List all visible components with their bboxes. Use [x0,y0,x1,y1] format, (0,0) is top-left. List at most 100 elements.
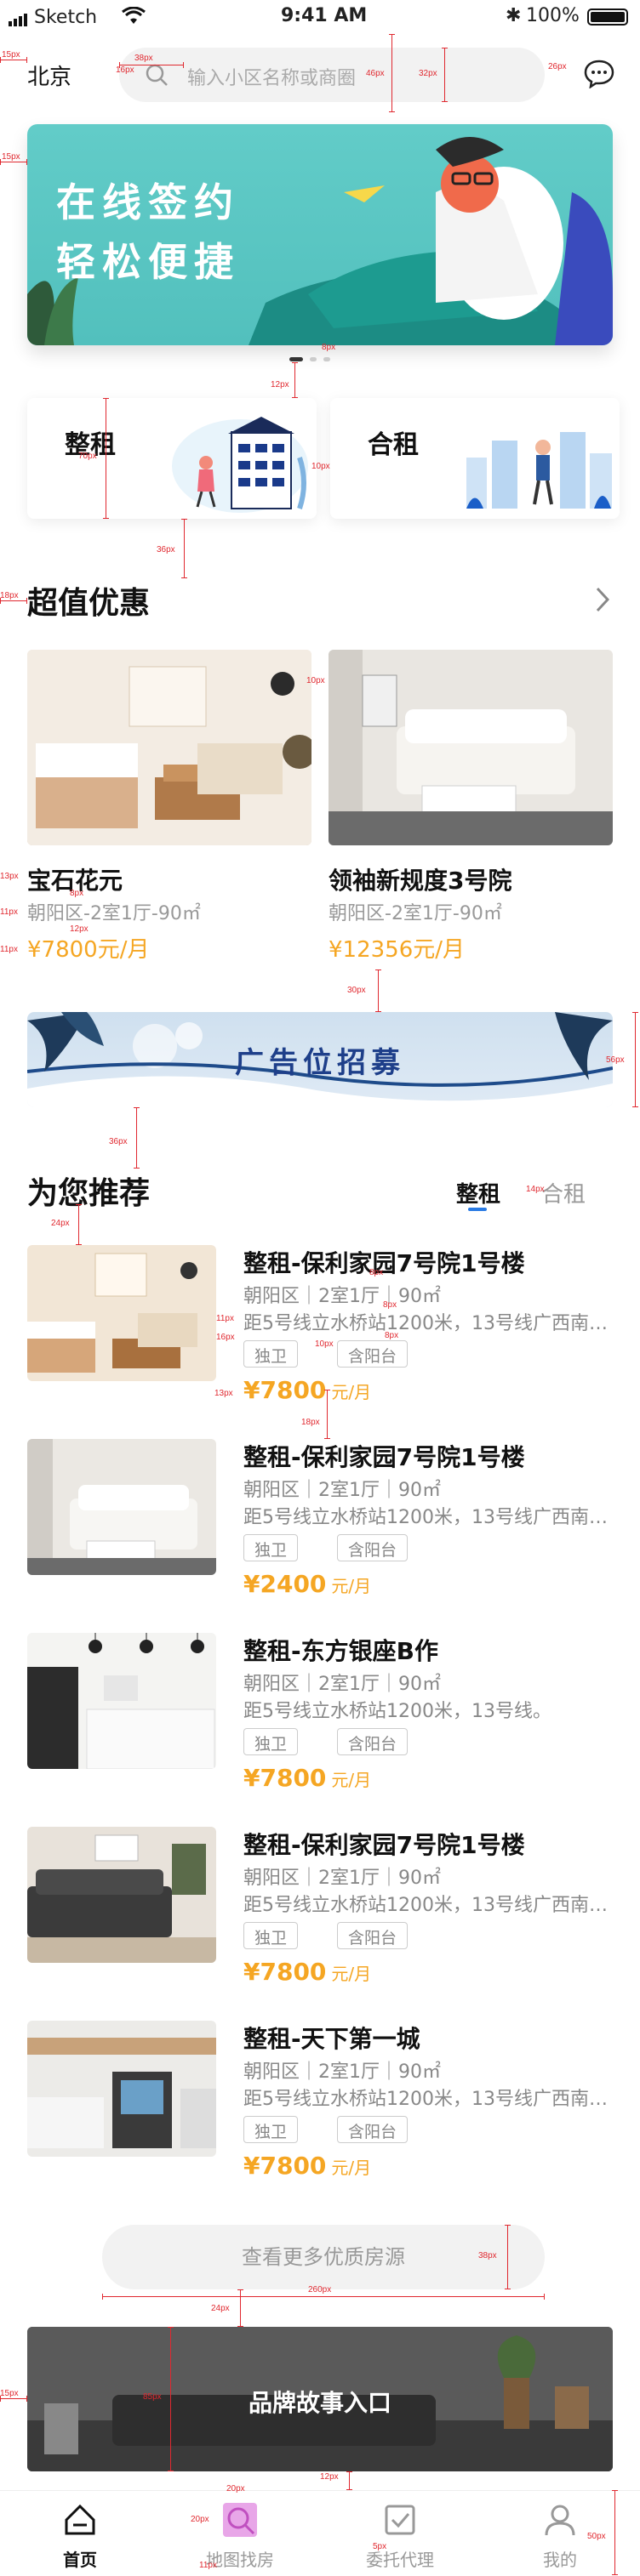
message-icon[interactable] [584,60,614,92]
status-bar: Sketch 9:41 AM ✱ 100% [0,0,640,34]
city-selector[interactable]: 北京 [27,60,71,91]
spec-label: 11px [216,1314,234,1323]
listing-specs: 朝阳区｜2室1厅｜90㎡ [243,2061,441,2083]
city-illustration [466,432,612,509]
price-unit: 元/月 [331,1964,372,1984]
spec-label: 24px [51,1219,70,1228]
listing-item[interactable]: 整租-保利家园7号院1号楼 朝阳区｜2室1厅｜90㎡ 距5号线立水桥站1200米… [27,1245,623,1404]
spec-line [292,362,298,398]
spec-label: 12px [70,924,89,934]
spec-label: 8px [369,1268,384,1277]
spec-label: 8px [70,889,84,898]
quick-card-shared-rent[interactable]: 合租 [330,398,620,519]
spec-label: 32px [419,69,437,78]
map-search-icon [223,2503,257,2537]
listing-title: 整租-天下第一城 [243,2025,420,2053]
battery-icon [587,9,628,26]
listing-item[interactable]: 整租-东方银座B作 朝阳区｜2室1厅｜90㎡ 距5号线立水桥站1200米，13号… [27,1633,623,1792]
chevron-right-icon[interactable] [596,587,610,616]
listing-item[interactable]: 整租-天下第一城 朝阳区｜2室1厅｜90㎡ 距5号线立水桥站1200米，13号线… [27,2021,623,2180]
spec-label: 10px [311,462,330,471]
tab-label: 首页 [63,2550,97,2570]
listing-transit: 距5号线立水桥站1200米，13号线广西南合... [243,1313,618,1334]
deal-name: 领袖新规度3号院 [329,867,512,895]
spec-label: 26px [548,62,567,71]
spec-line [346,2471,352,2490]
listing-price: ¥7800 元/月 [243,1958,371,1986]
spec-label: 15px [2,50,20,60]
spec-line [612,2490,618,2575]
pagination-dot-active [289,357,303,361]
spec-label: 13px [0,872,19,881]
deal-card[interactable]: 领袖新规度3号院 朝阳区-2室1厅-90㎡ ¥12356元/月 [329,650,613,963]
spec-label: 8px [383,1300,397,1310]
listing-tag: 含阳台 [337,1922,409,1949]
price-value: ¥7800 [243,1958,327,1986]
time-text: 9:41 AM [281,5,368,26]
spec-label: 10px [306,676,325,685]
listing-tag: 独卫 [243,1728,299,1755]
spec-line [389,34,395,112]
banner-line-1: 在线签约 [56,179,240,225]
listing-item[interactable]: 整租-保利家园7号院1号楼 朝阳区｜2室1厅｜90㎡ 距5号线立水桥站1200米… [27,1439,623,1598]
listing-title: 整租-保利家园7号院1号楼 [243,1443,525,1471]
spec-label: 20px [226,2484,245,2494]
tab-label: 委托代理 [366,2550,434,2570]
signal-icon [9,10,34,31]
bluetooth-icon: ✱ [506,5,522,26]
ad-banner[interactable]: 广告位招募 [27,1012,613,1107]
search-input[interactable]: 输入小区名称或商圈 [119,48,545,102]
spec-line [505,2225,511,2289]
listing-tag: 独卫 [243,1340,299,1368]
spec-label: 15px [0,2389,19,2398]
tab-delegate[interactable]: 委托代理 [320,2491,480,2576]
brand-story-banner[interactable]: 品牌故事入口 [27,2327,613,2471]
tab-whole-rent[interactable]: 整租 [456,1177,500,1208]
listing-transit: 距5号线立水桥站1200米，13号线广西南合... [243,1895,618,1916]
listing-transit: 距5号线立水桥站1200米，13号线广西南合... [243,1507,618,1528]
spec-label: 12px [320,2472,339,2482]
tab-shared-rent[interactable]: 合租 [541,1177,586,1208]
tab-profile[interactable]: 我的 [480,2491,640,2576]
spec-label: 12px [271,380,289,390]
tab-label: 我的 [543,2550,577,2570]
spec-label: 46px [366,69,385,78]
spec-label: 260px [308,2285,332,2295]
carrier-text: Sketch [34,7,98,28]
spec-line [168,2327,174,2471]
spec-line [76,1204,82,1245]
price-unit: 元/月 [331,1576,372,1596]
delegate-check-icon [383,2503,417,2537]
deal-card[interactable]: 宝石花元 朝阳区-2室1厅-90㎡ ¥7800元/月 [27,650,311,963]
listing-tag: 含阳台 [337,1340,409,1368]
tab-active-indicator [468,1208,487,1211]
quick-card-whole-rent[interactable]: 整租 [27,398,317,519]
promo-banner[interactable]: 在线签约 轻松便捷 [27,124,613,345]
spec-label: 5px [373,2542,387,2551]
listing-tag: 含阳台 [337,1728,409,1755]
tab-home[interactable]: 首页 [0,2491,160,2576]
tab-map-search[interactable]: 地图找房 [160,2491,320,2576]
listing-image [27,1633,216,1769]
listing-tag: 独卫 [243,2116,299,2143]
spec-label: 38px [134,54,153,63]
spec-label: 38px [478,2251,497,2260]
deals-section-title: 超值优惠 [27,586,151,621]
listing-title: 整租-东方银座B作 [243,1637,438,1665]
spec-label: 10px [315,1339,334,1349]
banner-line-2: 轻松便捷 [56,239,240,285]
listing-title: 整租-保利家园7号院1号楼 [243,1249,525,1277]
price-unit: 元/月 [331,1770,372,1790]
spec-label: 11px [0,907,18,917]
building-illustration [172,417,308,513]
price-value: ¥2400 [243,1570,327,1598]
spec-label: 16px [216,1333,235,1342]
listing-tag: 独卫 [243,1922,299,1949]
listing-specs: 朝阳区｜2室1厅｜90㎡ [243,1480,441,1501]
listing-item[interactable]: 整租-保利家园7号院1号楼 朝阳区｜2室1厅｜90㎡ 距5号线立水桥站1200米… [27,1827,623,1986]
spec-label: 36px [157,545,175,554]
spec-line [237,2289,243,2327]
deal-price: ¥7800元/月 [27,937,150,963]
listing-title: 整租-保利家园7号院1号楼 [243,1831,525,1859]
spec-label: 11px [0,945,18,954]
